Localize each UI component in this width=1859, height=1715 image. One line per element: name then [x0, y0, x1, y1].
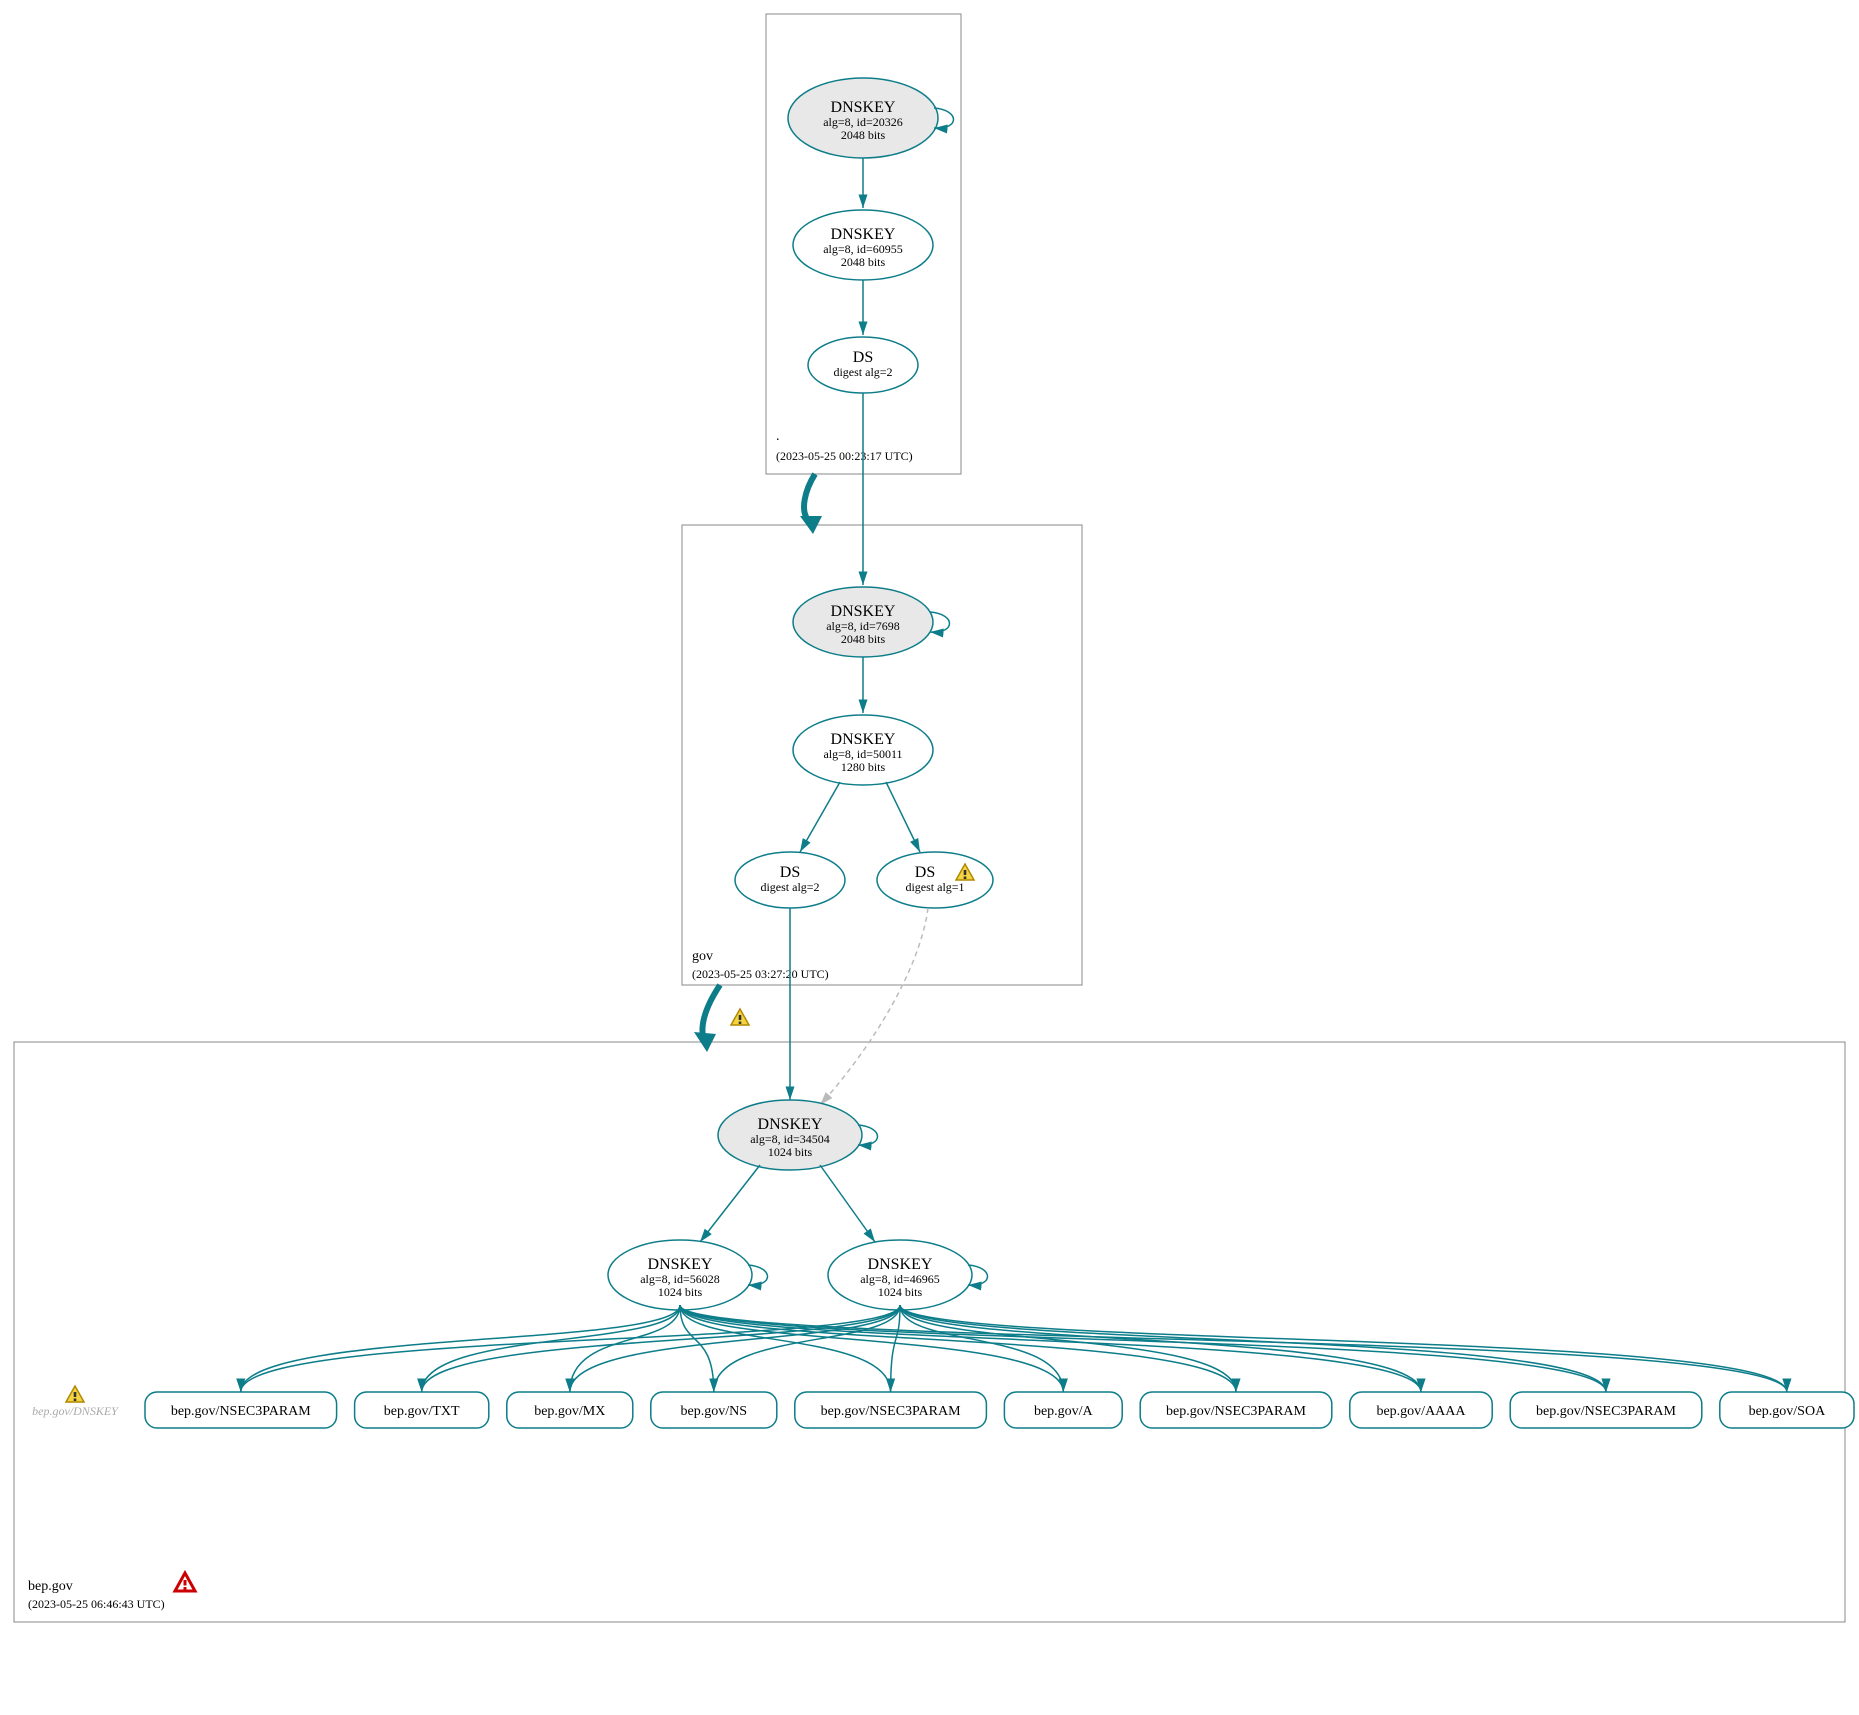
edge-bepksk-zsk1: [700, 1165, 760, 1242]
gov-zsk-node[interactable]: DNSKEY alg=8, id=50011 1280 bits: [793, 715, 933, 785]
svg-text:1024 bits: 1024 bits: [658, 1285, 703, 1299]
rrset-box[interactable]: bep.gov/A: [1004, 1392, 1122, 1428]
svg-text:DNSKEY: DNSKEY: [831, 603, 896, 620]
svg-text:DS: DS: [915, 864, 935, 881]
rrset-box[interactable]: bep.gov/MX: [507, 1392, 633, 1428]
edge-zsk-rrset: [680, 1305, 1787, 1392]
error-icon: [175, 1573, 195, 1591]
svg-text:1024 bits: 1024 bits: [768, 1145, 813, 1159]
svg-text:alg=8, id=46965: alg=8, id=46965: [860, 1272, 940, 1286]
rrset-box[interactable]: bep.gov/SOA: [1720, 1392, 1854, 1428]
svg-text:alg=8, id=20326: alg=8, id=20326: [823, 115, 903, 129]
gov-ds1-node[interactable]: DS digest alg=2: [735, 852, 845, 908]
root-ksk-node[interactable]: DNSKEY alg=8, id=20326 2048 bits: [788, 78, 938, 158]
edge-zsk-rrset: [241, 1305, 680, 1392]
edge-govzsk-ds2: [886, 782, 920, 852]
edge-zsk-rrset: [900, 1305, 1421, 1392]
rrset-box[interactable]: bep.gov/TXT: [355, 1392, 489, 1428]
edge-zsk-rrset: [900, 1305, 1787, 1392]
edge-govds2-bepksk: [820, 908, 928, 1105]
svg-text:DNSKEY: DNSKEY: [831, 731, 896, 748]
svg-text:bep.gov/DNSKEY: bep.gov/DNSKEY: [32, 1404, 119, 1418]
edge-zsk-rrset: [900, 1305, 1063, 1392]
warning-icon: [66, 1386, 84, 1402]
rrset-label: bep.gov/SOA: [1749, 1404, 1827, 1419]
rrset-box[interactable]: bep.gov/NSEC3PARAM: [145, 1392, 337, 1428]
edge-bepksk-zsk2: [820, 1165, 875, 1242]
edge-zsk-rrset: [422, 1305, 680, 1392]
zone-bep-name: bep.gov: [28, 1579, 73, 1594]
rrset-label: bep.gov/NSEC3PARAM: [1536, 1404, 1676, 1419]
rrset-label: bep.gov/NS: [681, 1404, 748, 1419]
warning-icon: [731, 1009, 749, 1025]
rrset-label: bep.gov/NSEC3PARAM: [171, 1404, 311, 1419]
svg-text:DNSKEY: DNSKEY: [758, 1116, 823, 1133]
svg-text:alg=8, id=50011: alg=8, id=50011: [823, 747, 902, 761]
gov-ds2-node[interactable]: DS digest alg=1: [877, 852, 993, 908]
svg-text:DS: DS: [853, 349, 873, 366]
svg-text:alg=8, id=34504: alg=8, id=34504: [750, 1132, 830, 1146]
rrset-box[interactable]: bep.gov/NSEC3PARAM: [795, 1392, 987, 1428]
edge-govzsk-ds1: [800, 782, 840, 852]
bep-zsk1-node[interactable]: DNSKEY alg=8, id=56028 1024 bits: [608, 1240, 752, 1310]
rrset-box[interactable]: bep.gov/NS: [651, 1392, 777, 1428]
svg-text:DS: DS: [780, 864, 800, 881]
svg-text:1024 bits: 1024 bits: [878, 1285, 923, 1299]
svg-text:digest alg=2: digest alg=2: [760, 880, 819, 894]
rrset-box[interactable]: bep.gov/NSEC3PARAM: [1140, 1392, 1332, 1428]
bep-extra-dnskey[interactable]: bep.gov/DNSKEY: [32, 1404, 119, 1418]
svg-text:DNSKEY: DNSKEY: [868, 1256, 933, 1273]
zone-gov-name: gov: [692, 949, 713, 964]
zone-root-name: .: [776, 429, 780, 444]
svg-text:1280 bits: 1280 bits: [841, 760, 886, 774]
zone-gov-time: (2023-05-25 03:27:20 UTC): [692, 967, 829, 981]
root-ds-node[interactable]: DS digest alg=2: [808, 337, 918, 393]
rrset-box[interactable]: bep.gov/NSEC3PARAM: [1510, 1392, 1702, 1428]
bep-ksk-node[interactable]: DNSKEY alg=8, id=34504 1024 bits: [718, 1100, 862, 1170]
svg-text:alg=8, id=60955: alg=8, id=60955: [823, 242, 903, 256]
edge-zsk-rrset: [680, 1305, 1606, 1392]
rrset-label: bep.gov/MX: [534, 1404, 605, 1419]
svg-text:2048 bits: 2048 bits: [841, 255, 886, 269]
rrset-label: bep.gov/NSEC3PARAM: [1166, 1404, 1306, 1419]
gov-ksk-node[interactable]: DNSKEY alg=8, id=7698 2048 bits: [793, 587, 933, 657]
zone-bep-box: [14, 1042, 1845, 1622]
svg-text:2048 bits: 2048 bits: [841, 128, 886, 142]
rrset-label: bep.gov/A: [1034, 1404, 1094, 1419]
svg-text:digest alg=2: digest alg=2: [833, 365, 892, 379]
svg-text:DNSKEY: DNSKEY: [831, 99, 896, 116]
svg-text:DNSKEY: DNSKEY: [648, 1256, 713, 1273]
bep-zsk2-node[interactable]: DNSKEY alg=8, id=46965 1024 bits: [828, 1240, 972, 1310]
rrset-label: bep.gov/AAAA: [1376, 1404, 1466, 1419]
rrset-label: bep.gov/TXT: [384, 1404, 460, 1419]
root-zsk-node[interactable]: DNSKEY alg=8, id=60955 2048 bits: [793, 210, 933, 280]
zone-root-time: (2023-05-25 00:23:17 UTC): [776, 449, 913, 463]
svg-text:2048 bits: 2048 bits: [841, 632, 886, 646]
zone-bep-time: (2023-05-25 06:46:43 UTC): [28, 1597, 165, 1611]
rrset-label: bep.gov/NSEC3PARAM: [821, 1404, 961, 1419]
svg-text:alg=8, id=56028: alg=8, id=56028: [640, 1272, 720, 1286]
edge-gov-bep-deleg: [702, 985, 720, 1037]
edge-zsk-rrset: [570, 1305, 900, 1392]
svg-text:alg=8, id=7698: alg=8, id=7698: [826, 619, 900, 633]
rrset-box[interactable]: bep.gov/AAAA: [1350, 1392, 1492, 1428]
svg-text:DNSKEY: DNSKEY: [831, 226, 896, 243]
edge-zsk-rrset: [680, 1305, 1236, 1392]
edge-root-gov-deleg: [804, 474, 815, 520]
svg-text:digest alg=1: digest alg=1: [905, 880, 964, 894]
